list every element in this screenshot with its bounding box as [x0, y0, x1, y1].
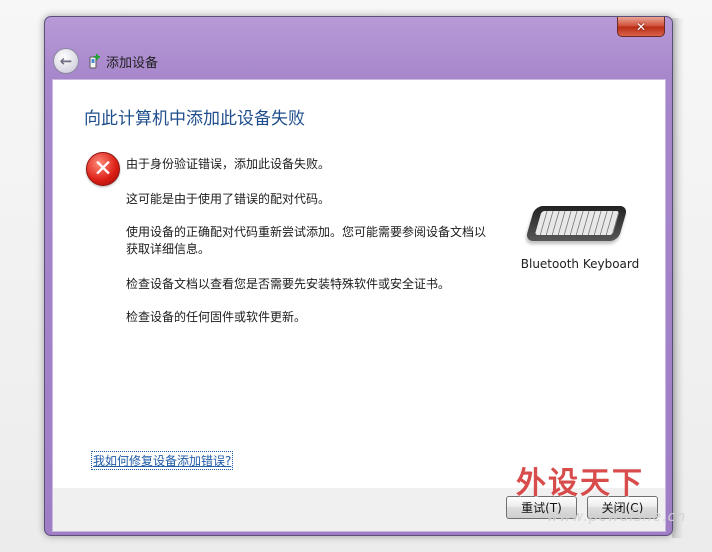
add-device-icon: [89, 53, 101, 70]
error-message-software: 检查设备文档以查看您是否需要先安装特殊软件或安全证书。: [126, 277, 451, 291]
dialog-content: 向此计算机中添加此设备失败 ✕ 由于身份验证错误，添加此设备失败。 这可能是由于…: [52, 79, 666, 489]
error-message-updates: 检查设备的任何固件或软件更新。: [126, 310, 307, 324]
error-icon: ✕: [86, 152, 120, 186]
keyboard-keys-icon: [534, 211, 620, 235]
device-display: Bluetooth Keyboard: [505, 196, 655, 276]
window-title-area: 添加设备: [89, 52, 158, 71]
window-title: 添加设备: [106, 56, 159, 71]
error-message-pairing-code: 这可能是由于使用了错误的配对代码。: [126, 192, 331, 206]
site-watermark-url: www.pcwaishe.cn: [547, 509, 687, 525]
device-name-label: Bluetooth Keyboard: [520, 257, 640, 271]
error-message-authentication: 由于身份验证错误，添加此设备失败。: [126, 157, 331, 171]
close-window-button[interactable]: ✕: [617, 17, 665, 37]
error-message-retry: 使用设备的正确配对代码重新尝试添加。您可能需要参阅设备文档以获取详细信息。: [126, 225, 487, 256]
keyboard-icon: [524, 206, 629, 241]
back-button[interactable]: ←: [53, 48, 79, 74]
error-heading: 向此计算机中添加此设备失败: [84, 109, 305, 129]
fix-device-error-link[interactable]: 我如何修复设备添加错误?: [91, 451, 234, 470]
